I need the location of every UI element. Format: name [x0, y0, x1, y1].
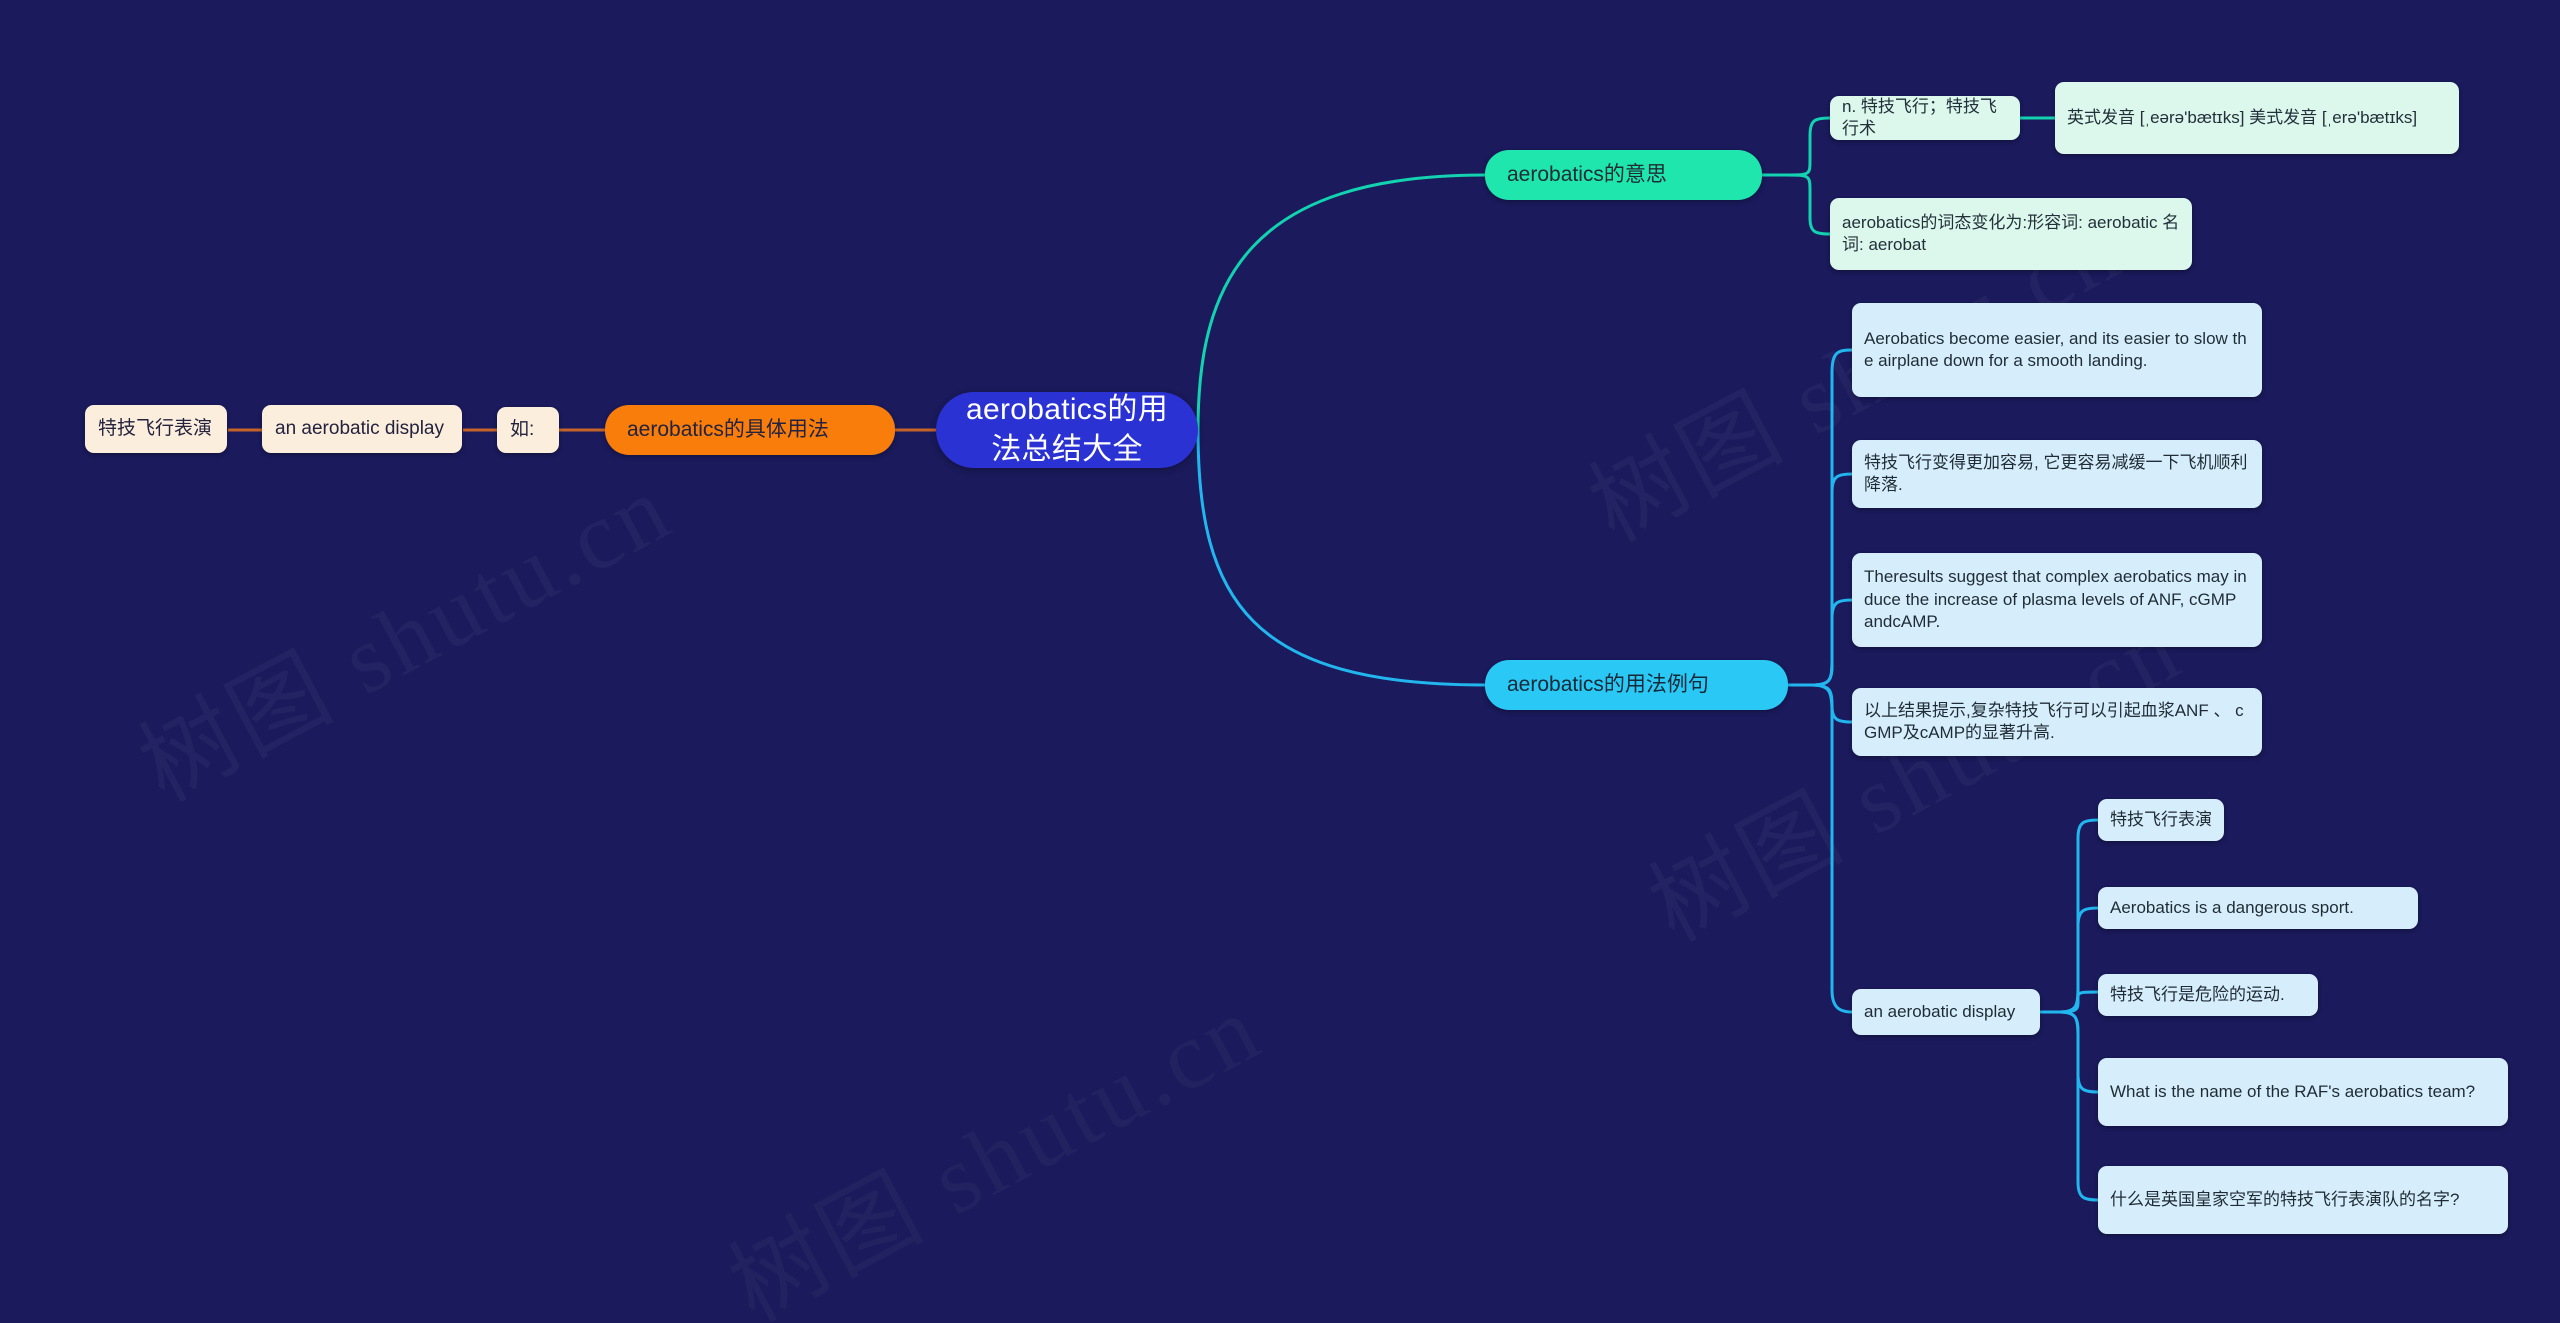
leaf-node-example-4[interactable]: 以上结果提示,复杂特技飞行可以引起血浆ANF 、 cGMP及cAMP的显著升高. — [1852, 688, 2262, 756]
link-display-child-4 — [2059, 1010, 2099, 1094]
link-display-child-3 — [2059, 990, 2099, 1014]
leaf-node-display-child-5[interactable]: 什么是英国皇家空军的特技飞行表演队的名字? — [2098, 1166, 2508, 1234]
branch-node-examples[interactable]: aerobatics的用法例句 — [1485, 660, 1788, 710]
leaf-node-display-group-label: an aerobatic display — [1864, 1001, 2016, 1021]
link-example-5-display — [1811, 683, 1853, 1014]
leaf-node-word-forms[interactable]: aerobatics的词态变化为:形容词: aerobatic 名词: aero… — [1830, 198, 2192, 270]
leaf-node-example-1[interactable]: Aerobatics become easier, and its easier… — [1852, 303, 2262, 397]
leaf-node-display-group[interactable]: an aerobatic display — [1852, 989, 2040, 1035]
link-root-to-meaning — [1196, 173, 1486, 431]
leaf-node-example-3[interactable]: Theresults suggest that complex aerobati… — [1852, 553, 2262, 647]
link-display-child-1 — [2059, 818, 2099, 1014]
root-node[interactable]: aerobatics的用法总结大全 — [936, 392, 1198, 468]
link-meaning-child-2 — [1784, 173, 1831, 236]
leaf-node-display-child-4-label: What is the name of the RAF's aerobatics… — [2110, 1081, 2476, 1101]
watermark: 树图 shutu.cn — [701, 951, 1281, 1323]
leaf-node-ru[interactable]: 如: — [497, 407, 559, 453]
mindmap-canvas: 树图 shutu.cn 树图 shutu.cn 树图 shutu.cn 树图 s… — [0, 0, 2560, 1323]
branch-node-usage[interactable]: aerobatics的具体用法 — [605, 405, 895, 455]
link-example-1 — [1811, 348, 1853, 687]
leaf-node-example-4-label: 以上结果提示,复杂特技飞行可以引起血浆ANF 、 cGMP及cAMP的显著升高. — [1864, 700, 2244, 742]
leaf-node-pronunciation[interactable]: 英式发音 [ˌeərə'bætɪks] 美式发音 [ˌerə'bætɪks] — [2055, 82, 2459, 154]
leaf-node-pronunciation-label: 英式发音 [ˌeərə'bætɪks] 美式发音 [ˌerə'bætɪks] — [2067, 107, 2418, 127]
link-example-2 — [1811, 472, 1853, 687]
root-node-label: aerobatics的用法总结大全 — [965, 393, 1168, 466]
leaf-node-meaning-definition-label: n. 特技飞行；特技飞行术 — [1842, 96, 1997, 138]
link-meaning-child-1 — [1784, 116, 1831, 177]
leaf-node-display-child-4[interactable]: What is the name of the RAF's aerobatics… — [2098, 1058, 2508, 1126]
link-display-child-2 — [2059, 906, 2099, 1014]
leaf-node-display-child-3-label: 特技飞行是危险的运动. — [2110, 984, 2285, 1004]
leaf-node-aerobatic-display[interactable]: an aerobatic display — [262, 405, 462, 453]
leaf-node-example-2-label: 特技飞行变得更加容易, 它更容易减缓一下飞机顺利降落. — [1864, 452, 2248, 494]
leaf-node-example-1-label: Aerobatics become easier, and its easier… — [1864, 328, 2247, 370]
branch-node-meaning[interactable]: aerobatics的意思 — [1485, 150, 1762, 200]
leaf-node-word-forms-label: aerobatics的词态变化为:形容词: aerobatic 名词: aero… — [1842, 212, 2180, 254]
watermark: 树图 shutu.cn — [111, 431, 691, 827]
leaf-node-display-child-1[interactable]: 特技飞行表演 — [2098, 799, 2224, 841]
leaf-node-display-child-5-label: 什么是英国皇家空军的特技飞行表演队的名字? — [2110, 1189, 2460, 1209]
leaf-node-display-child-1-label: 特技飞行表演 — [2110, 809, 2212, 829]
branch-node-meaning-label: aerobatics的意思 — [1507, 163, 1667, 187]
leaf-node-ru-label: 如: — [510, 419, 535, 441]
leaf-node-example-2[interactable]: 特技飞行变得更加容易, 它更容易减缓一下飞机顺利降落. — [1852, 440, 2262, 508]
leaf-node-meaning-definition[interactable]: n. 特技飞行；特技飞行术 — [1830, 96, 2020, 140]
link-display-child-5 — [2059, 1010, 2099, 1202]
leaf-node-aerobatic-display-label: an aerobatic display — [275, 418, 444, 440]
link-example-4 — [1811, 683, 1853, 724]
leaf-node-display-child-2[interactable]: Aerobatics is a dangerous sport. — [2098, 887, 2418, 929]
leaf-node-performance-label: 特技飞行表演 — [98, 418, 213, 440]
leaf-node-performance[interactable]: 特技飞行表演 — [85, 405, 227, 453]
link-root-to-examples — [1196, 429, 1486, 687]
link-example-3 — [1811, 598, 1853, 687]
branch-node-usage-label: aerobatics的具体用法 — [627, 418, 829, 442]
leaf-node-display-child-2-label: Aerobatics is a dangerous sport. — [2110, 897, 2354, 917]
leaf-node-display-child-3[interactable]: 特技飞行是危险的运动. — [2098, 974, 2318, 1016]
leaf-node-example-3-label: Theresults suggest that complex aerobati… — [1864, 567, 2247, 632]
branch-node-examples-label: aerobatics的用法例句 — [1507, 673, 1709, 697]
